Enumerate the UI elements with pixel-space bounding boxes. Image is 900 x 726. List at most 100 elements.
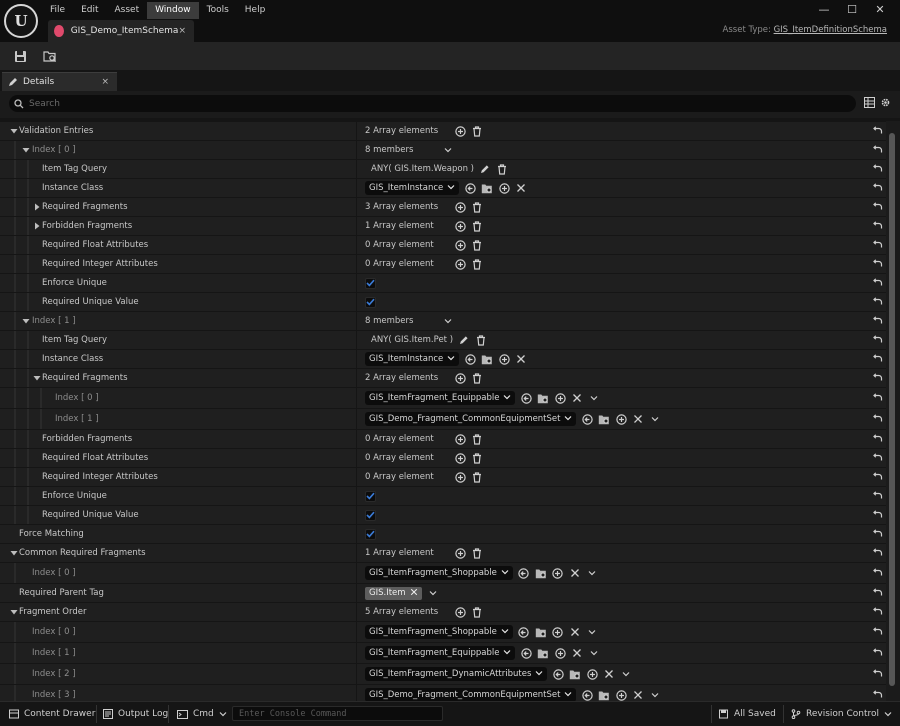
console-command-input[interactable] [239, 708, 429, 719]
browse-icon[interactable] [481, 353, 493, 365]
expand-arrow-icon[interactable] [21, 312, 31, 330]
reset-to-default-icon[interactable] [871, 606, 883, 618]
add-element-icon[interactable] [454, 258, 466, 270]
expand-arrow-icon[interactable] [32, 198, 42, 216]
details-tab-close-icon[interactable]: × [101, 77, 109, 87]
all-saved-button[interactable]: All Saved [719, 702, 776, 726]
use-selected-icon[interactable] [581, 413, 593, 425]
browse-icon[interactable] [535, 626, 547, 638]
close-window-icon[interactable]: ✕ [866, 0, 894, 18]
add-element-icon[interactable] [454, 239, 466, 251]
use-selected-icon[interactable] [464, 353, 476, 365]
create-new-icon[interactable] [586, 668, 598, 680]
minimize-icon[interactable]: — [810, 0, 838, 18]
reset-to-default-icon[interactable] [871, 372, 883, 384]
clear-icon[interactable] [569, 567, 581, 579]
reset-to-default-icon[interactable] [871, 587, 883, 599]
browse-icon[interactable] [598, 413, 610, 425]
reset-to-default-icon[interactable] [871, 490, 883, 502]
reset-to-default-icon[interactable] [871, 220, 883, 232]
add-element-icon[interactable] [454, 452, 466, 464]
delete-all-icon[interactable] [471, 471, 483, 483]
fragment-class-picker[interactable]: GIS_Demo_Fragment_CommonEquipmentSet [365, 412, 577, 426]
reset-to-default-icon[interactable] [871, 689, 883, 701]
element-options-chevron-icon[interactable] [620, 668, 632, 680]
tag-picker-chevron-icon[interactable] [427, 587, 439, 599]
output-log-button[interactable]: Output Log [103, 702, 168, 726]
clear-icon[interactable] [632, 689, 644, 701]
delete-all-icon[interactable] [471, 547, 483, 559]
content-drawer-button[interactable]: Content Drawer [9, 702, 95, 726]
add-element-icon[interactable] [454, 125, 466, 137]
maximize-icon[interactable]: ☐ [838, 0, 866, 18]
clear-icon[interactable] [515, 353, 527, 365]
reset-to-default-icon[interactable] [871, 201, 883, 213]
reset-to-default-icon[interactable] [871, 258, 883, 270]
create-new-icon[interactable] [554, 392, 566, 404]
use-selected-icon[interactable] [464, 182, 476, 194]
delete-all-icon[interactable] [471, 220, 483, 232]
details-scrollbar[interactable] [886, 121, 900, 701]
element-options-chevron-icon[interactable] [586, 567, 598, 579]
delete-all-icon[interactable] [471, 606, 483, 618]
save-icon[interactable] [11, 47, 29, 65]
fragment-class-picker[interactable]: GIS_ItemFragment_Equippable [365, 391, 516, 405]
element-options-chevron-icon[interactable] [588, 392, 600, 404]
delete-all-icon[interactable] [471, 258, 483, 270]
use-selected-icon[interactable] [518, 626, 530, 638]
create-new-icon[interactable] [498, 353, 510, 365]
checkbox[interactable] [365, 509, 376, 521]
reset-to-default-icon[interactable] [871, 413, 883, 425]
fragment-class-picker[interactable]: GIS_Demo_Fragment_CommonEquipmentSet [365, 688, 577, 701]
search-input[interactable] [29, 98, 809, 109]
expand-arrow-icon[interactable] [21, 141, 31, 159]
reset-to-default-icon[interactable] [871, 567, 883, 579]
browse-icon[interactable] [535, 567, 547, 579]
create-new-icon[interactable] [498, 182, 510, 194]
reset-to-default-icon[interactable] [871, 144, 883, 156]
browse-icon[interactable] [537, 392, 549, 404]
menu-help[interactable]: Help [237, 2, 274, 19]
chevron-down-icon[interactable] [442, 315, 454, 327]
reset-to-default-icon[interactable] [871, 163, 883, 175]
use-selected-icon[interactable] [520, 392, 532, 404]
reset-to-default-icon[interactable] [871, 125, 883, 137]
add-element-icon[interactable] [454, 547, 466, 559]
document-tab-close-icon[interactable]: × [178, 26, 186, 36]
element-options-chevron-icon[interactable] [649, 413, 661, 425]
create-new-icon[interactable] [615, 413, 627, 425]
clear-icon[interactable] [571, 647, 583, 659]
expand-arrow-icon[interactable] [9, 544, 19, 562]
expand-arrow-icon[interactable] [32, 369, 42, 387]
element-options-chevron-icon[interactable] [586, 626, 598, 638]
use-selected-icon[interactable] [518, 567, 530, 579]
document-tab[interactable]: GIS_Demo_ItemSchema × [48, 20, 194, 42]
expand-arrow-icon[interactable] [9, 122, 19, 140]
edit-query-icon[interactable] [479, 163, 491, 175]
reset-to-default-icon[interactable] [871, 239, 883, 251]
clear-query-icon[interactable] [475, 334, 487, 346]
reset-to-default-icon[interactable] [871, 334, 883, 346]
menu-window[interactable]: Window [147, 2, 199, 19]
delete-all-icon[interactable] [471, 433, 483, 445]
remove-tag-icon[interactable] [410, 588, 418, 599]
add-element-icon[interactable] [454, 372, 466, 384]
reset-to-default-icon[interactable] [871, 392, 883, 404]
reset-to-default-icon[interactable] [871, 547, 883, 559]
reset-to-default-icon[interactable] [871, 509, 883, 521]
reset-to-default-icon[interactable] [871, 277, 883, 289]
edit-query-icon[interactable] [458, 334, 470, 346]
expand-arrow-icon[interactable] [9, 603, 19, 621]
reset-to-default-icon[interactable] [871, 668, 883, 680]
reset-to-default-icon[interactable] [871, 315, 883, 327]
create-new-icon[interactable] [554, 647, 566, 659]
reset-to-default-icon[interactable] [871, 296, 883, 308]
checkbox[interactable] [365, 277, 376, 289]
fragment-class-picker[interactable]: GIS_ItemFragment_DynamicAttributes [365, 667, 548, 681]
details-tab[interactable]: Details × [2, 72, 117, 91]
menu-tools[interactable]: Tools [199, 2, 237, 19]
reset-to-default-icon[interactable] [871, 433, 883, 445]
clear-icon[interactable] [515, 182, 527, 194]
delete-all-icon[interactable] [471, 201, 483, 213]
delete-all-icon[interactable] [471, 125, 483, 137]
